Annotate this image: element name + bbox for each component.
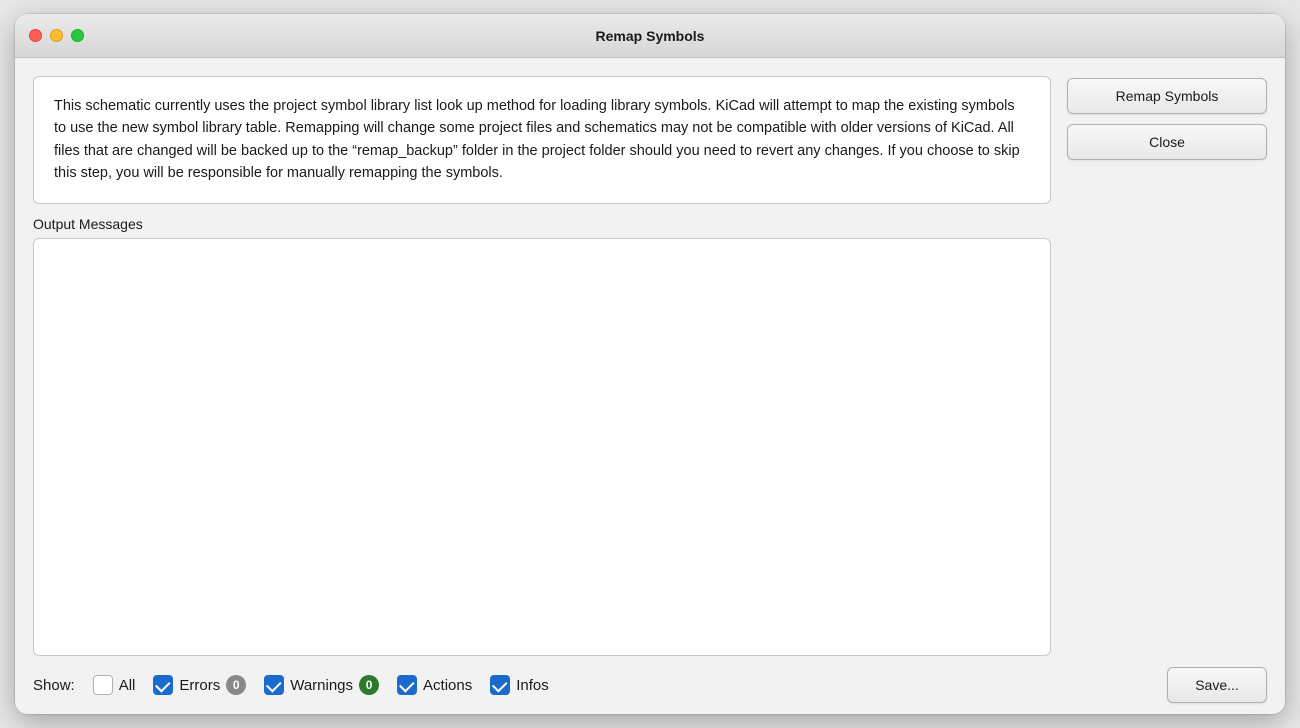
traffic-lights xyxy=(29,29,84,42)
close-button-right[interactable]: Close xyxy=(1067,124,1267,160)
filter-all: All xyxy=(93,675,136,695)
remap-symbols-button[interactable]: Remap Symbols xyxy=(1067,78,1267,114)
filter-warnings: Warnings 0 xyxy=(264,675,379,695)
main-window: Remap Symbols This schematic currently u… xyxy=(15,14,1285,714)
actions-checkbox-wrapper[interactable] xyxy=(397,675,417,695)
bottom-bar: Show: All Errors 0 Warnings 0 xyxy=(15,656,1285,714)
close-button[interactable] xyxy=(29,29,42,42)
output-label: Output Messages xyxy=(33,216,1051,232)
errors-checkbox-wrapper[interactable] xyxy=(153,675,173,695)
infos-checkbox-wrapper[interactable] xyxy=(490,675,510,695)
all-checkbox-wrapper[interactable] xyxy=(93,675,113,695)
all-checkbox[interactable] xyxy=(93,675,113,695)
warnings-label: Warnings xyxy=(290,677,353,694)
left-panel: This schematic currently uses the projec… xyxy=(33,76,1051,656)
minimize-button[interactable] xyxy=(50,29,63,42)
info-text: This schematic currently uses the projec… xyxy=(54,98,1020,181)
output-section: Output Messages xyxy=(33,216,1051,656)
info-box: This schematic currently uses the projec… xyxy=(33,76,1051,204)
actions-checkbox[interactable] xyxy=(397,675,417,695)
save-button[interactable]: Save... xyxy=(1167,667,1267,703)
titlebar: Remap Symbols xyxy=(15,14,1285,58)
filter-errors: Errors 0 xyxy=(153,675,246,695)
right-panel: Remap Symbols Close xyxy=(1067,76,1267,656)
warnings-badge: 0 xyxy=(359,675,379,695)
infos-checkbox[interactable] xyxy=(490,675,510,695)
main-content: This schematic currently uses the projec… xyxy=(15,58,1285,656)
window-title: Remap Symbols xyxy=(596,28,705,44)
maximize-button[interactable] xyxy=(71,29,84,42)
errors-label: Errors xyxy=(179,677,220,694)
show-label: Show: xyxy=(33,677,75,694)
output-area[interactable] xyxy=(33,238,1051,656)
filter-actions: Actions xyxy=(397,675,472,695)
actions-label: Actions xyxy=(423,677,472,694)
errors-badge: 0 xyxy=(226,675,246,695)
all-label: All xyxy=(119,677,136,694)
filter-infos: Infos xyxy=(490,675,549,695)
warnings-checkbox[interactable] xyxy=(264,675,284,695)
warnings-checkbox-wrapper[interactable] xyxy=(264,675,284,695)
infos-label: Infos xyxy=(516,677,549,694)
errors-checkbox[interactable] xyxy=(153,675,173,695)
